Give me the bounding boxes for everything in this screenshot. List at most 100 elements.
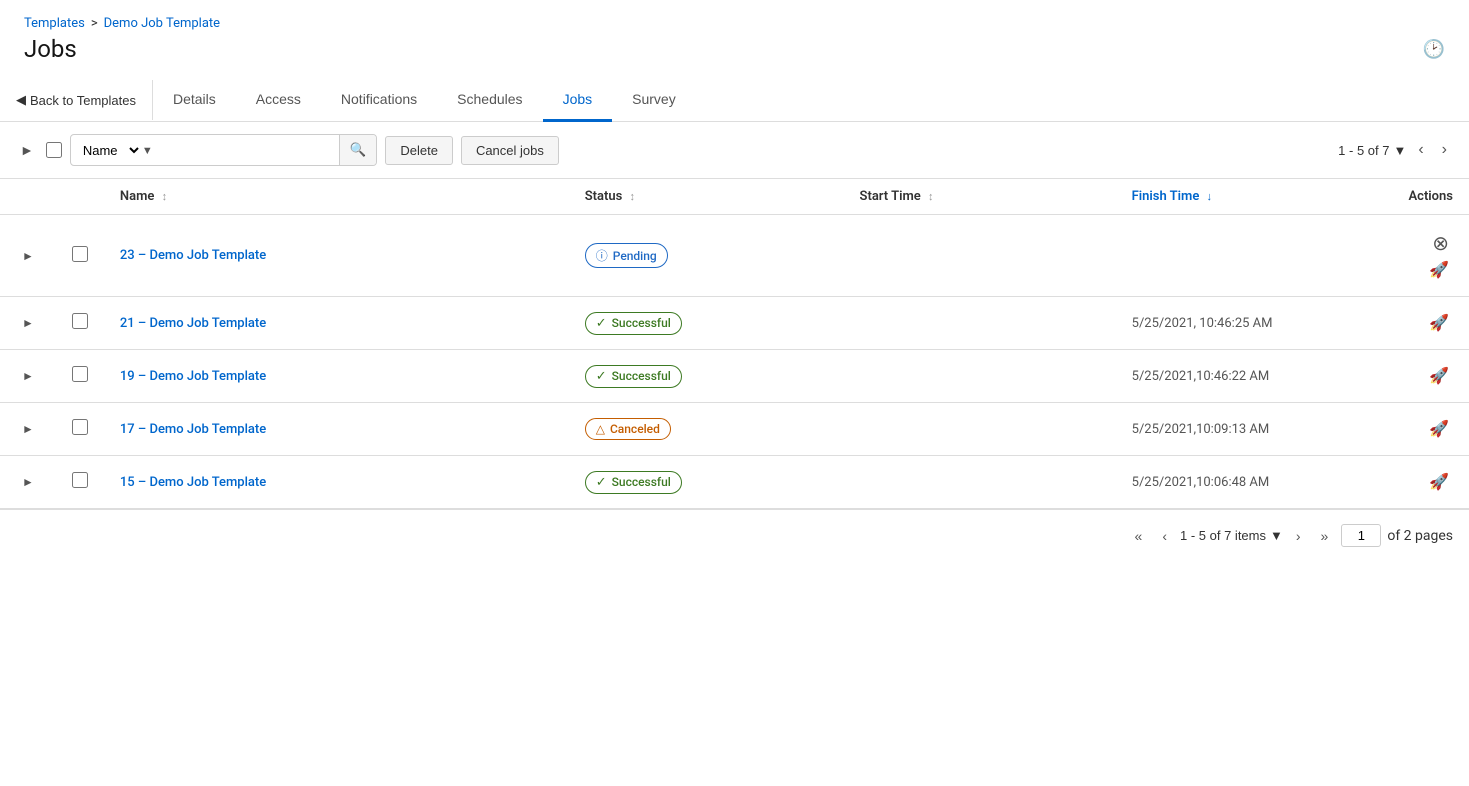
tab-jobs[interactable]: Jobs (543, 79, 613, 122)
row-checkbox-23[interactable] (72, 246, 88, 262)
row-name-cell: 21 – Demo Job Template (104, 297, 569, 350)
delete-button[interactable]: Delete (385, 136, 453, 165)
row-checkbox-19[interactable] (72, 366, 88, 382)
breadcrumb-separator: > (91, 16, 98, 31)
col-actions-header: Actions (1392, 179, 1469, 215)
page-number-input[interactable] (1341, 524, 1381, 547)
relaunch-button-15[interactable]: 🚀 (1425, 470, 1453, 494)
row-start-time-cell (844, 456, 1116, 509)
cancel-button-23[interactable]: ⊗ (1428, 229, 1453, 258)
toolbar-page-range-label: 1 - 5 of 7 (1338, 143, 1389, 158)
row-start-time-cell (844, 215, 1116, 297)
status-label-23: Pending (613, 249, 657, 263)
job-link-19[interactable]: 19 – Demo Job Template (120, 369, 266, 384)
row-checkbox-21[interactable] (72, 313, 88, 329)
filter-select-chevron: ▼ (142, 144, 159, 157)
toolbar-prev-button[interactable]: ‹ (1412, 139, 1429, 161)
row-expand-button-15[interactable]: ► (16, 473, 40, 491)
row-finish-time-cell: 5/25/2021, 10:46:25 AM (1116, 297, 1393, 350)
search-icon: 🔍 (350, 142, 367, 157)
footer-prev-page-button[interactable]: ‹ (1155, 525, 1174, 547)
cancel-jobs-button[interactable]: Cancel jobs (461, 136, 559, 165)
row-expand-button-19[interactable]: ► (16, 367, 40, 385)
status-label-17: Canceled (610, 422, 660, 436)
job-link-17[interactable]: 17 – Demo Job Template (120, 422, 266, 437)
row-finish-time-cell: 5/25/2021,10:09:13 AM (1116, 403, 1393, 456)
row-actions-cell: ⊗🚀 (1392, 215, 1469, 297)
table-row: ► 21 – Demo Job Template ✓ Successful 5/… (0, 297, 1469, 350)
success-icon: ✓ (596, 475, 607, 490)
relaunch-button-17[interactable]: 🚀 (1425, 417, 1453, 441)
tab-schedules[interactable]: Schedules (437, 79, 542, 122)
status-badge-15: ✓ Successful (585, 471, 682, 494)
tab-survey[interactable]: Survey (612, 79, 696, 122)
search-button[interactable]: 🔍 (339, 135, 377, 165)
table-footer: « ‹ 1 - 5 of 7 items ▼ › » of 2 pages (0, 509, 1469, 561)
success-icon: ✓ (596, 316, 607, 331)
status-badge-23: ⓘ Pending (585, 243, 668, 268)
relaunch-button-21[interactable]: 🚀 (1425, 311, 1453, 335)
expand-all-button[interactable]: ► (16, 138, 38, 162)
main-content: ► Name ▼ 🔍 Delete Cancel jobs 1 - 5 of 7… (0, 122, 1469, 561)
table-body: ► 23 – Demo Job Template ⓘ Pending ⊗🚀 ► (0, 215, 1469, 509)
row-checkbox-15[interactable] (72, 472, 88, 488)
col-start-time-header[interactable]: Start Time ↕ (844, 179, 1116, 215)
start-sort-icon: ↕ (928, 190, 934, 203)
col-finish-time-header[interactable]: Finish Time ↓ (1116, 179, 1393, 215)
tab-details[interactable]: Details (153, 79, 236, 122)
row-status-cell: ✓ Successful (569, 456, 844, 509)
filter-select[interactable]: Name (71, 136, 142, 165)
job-link-15[interactable]: 15 – Demo Job Template (120, 475, 266, 490)
row-actions-cell: 🚀 (1392, 297, 1469, 350)
row-expand-button-17[interactable]: ► (16, 420, 40, 438)
relaunch-button-23[interactable]: 🚀 (1425, 258, 1453, 282)
job-link-21[interactable]: 21 – Demo Job Template (120, 316, 266, 331)
status-sort-icon: ↕ (630, 190, 636, 203)
tab-access[interactable]: Access (236, 79, 321, 122)
warning-icon: △ (596, 422, 605, 436)
tab-back-to-templates[interactable]: ◀ Back to Templates (0, 80, 153, 120)
select-all-checkbox[interactable] (46, 142, 62, 158)
tab-notifications[interactable]: Notifications (321, 79, 437, 122)
toolbar-next-button[interactable]: › (1436, 139, 1453, 161)
row-check-cell (56, 350, 104, 403)
row-actions-cell: 🚀 (1392, 403, 1469, 456)
footer-next-page-button[interactable]: › (1289, 525, 1308, 547)
table-row: ► 19 – Demo Job Template ✓ Successful 5/… (0, 350, 1469, 403)
toolbar-page-range-dropdown[interactable]: 1 - 5 of 7 ▼ (1338, 143, 1406, 158)
row-start-time-cell (844, 350, 1116, 403)
footer-page-range-dropdown[interactable]: 1 - 5 of 7 items ▼ (1180, 528, 1283, 543)
col-expand-header (0, 179, 56, 215)
job-link-23[interactable]: 23 – Demo Job Template (120, 248, 266, 263)
row-name-cell: 17 – Demo Job Template (104, 403, 569, 456)
breadcrumb-current: Demo Job Template (104, 16, 220, 31)
relaunch-button-19[interactable]: 🚀 (1425, 364, 1453, 388)
row-expand-cell: ► (0, 350, 56, 403)
row-status-cell: ⓘ Pending (569, 215, 844, 297)
history-button[interactable]: 🕑 (1423, 39, 1445, 60)
toolbar: ► Name ▼ 🔍 Delete Cancel jobs 1 - 5 of 7… (0, 122, 1469, 179)
filter-input[interactable] (159, 137, 339, 164)
row-expand-button-21[interactable]: ► (16, 314, 40, 332)
status-label-21: Successful (612, 316, 671, 330)
name-sort-icon: ↕ (162, 190, 168, 203)
row-actions-cell: 🚀 (1392, 350, 1469, 403)
row-check-cell (56, 215, 104, 297)
jobs-table: Name ↕ Status ↕ Start Time ↕ Finish Time… (0, 179, 1469, 509)
col-name-header[interactable]: Name ↕ (104, 179, 569, 215)
row-status-cell: ✓ Successful (569, 297, 844, 350)
col-status-header[interactable]: Status ↕ (569, 179, 844, 215)
status-label-15: Successful (612, 475, 671, 489)
status-badge-19: ✓ Successful (585, 365, 682, 388)
toolbar-page-range-chevron: ▼ (1393, 143, 1406, 158)
row-check-cell (56, 297, 104, 350)
row-name-cell: 19 – Demo Job Template (104, 350, 569, 403)
toolbar-pagination: 1 - 5 of 7 ▼ ‹ › (1338, 139, 1453, 161)
row-finish-time-cell (1116, 215, 1393, 297)
breadcrumb-templates-link[interactable]: Templates (24, 16, 85, 31)
row-checkbox-17[interactable] (72, 419, 88, 435)
footer-last-page-button[interactable]: » (1314, 525, 1336, 547)
row-expand-button-23[interactable]: ► (16, 247, 40, 265)
table-row: ► 23 – Demo Job Template ⓘ Pending ⊗🚀 (0, 215, 1469, 297)
footer-first-page-button[interactable]: « (1128, 525, 1150, 547)
